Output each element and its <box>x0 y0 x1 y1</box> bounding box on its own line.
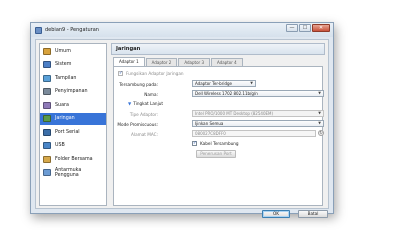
tab-adaptor-2[interactable]: Adaptor 2 <box>145 58 178 66</box>
title-bar[interactable]: debian9 - Pengaturan — ☐ ✕ <box>31 23 333 37</box>
window-title: debian9 - Pengaturan <box>45 27 99 33</box>
refresh-mac-icon[interactable]: ↻ <box>318 130 324 136</box>
sidebar-item-label: Tampilan <box>55 75 77 81</box>
sidebar-item-label: Suara <box>55 102 69 108</box>
minimize-button[interactable]: — <box>286 24 298 32</box>
system-icon <box>43 61 51 69</box>
sidebar-item-port-serial[interactable]: Port Serial <box>40 126 106 139</box>
name-select[interactable]: Dell Wireless 1702 802.11b/g/n ▼ <box>192 90 324 97</box>
sidebar-item-sistem[interactable]: Sistem <box>40 59 106 72</box>
window-controls: — ☐ ✕ <box>286 24 330 32</box>
sidebar-item-label: Jaringan <box>55 116 75 122</box>
advanced-label: Tingkat Lanjut <box>133 101 164 106</box>
shared-folder-icon <box>43 155 51 163</box>
sidebar-item-jaringan[interactable]: Jaringan <box>40 112 106 125</box>
cable-connected-checkbox[interactable]: ✓ <box>192 141 197 146</box>
sidebar-item-penyimpanan[interactable]: Penyimpanan <box>40 86 106 99</box>
sidebar-item-umum[interactable]: Umum <box>40 45 106 58</box>
mac-address-label: Alamat MAC: <box>131 132 158 137</box>
sidebar-item-antarmuka-pengguna[interactable]: Antarmuka Pengguna <box>40 167 106 180</box>
sidebar-item-label: Sistem <box>55 62 72 68</box>
settings-dialog: debian9 - Pengaturan — ☐ ✕ Umum Sistem T… <box>30 22 334 218</box>
adapter-1-panel: ✓ Fungsikan Adaptor Jaringan Tersambung … <box>113 66 324 206</box>
sidebar-item-folder-bersama[interactable]: Folder Bersama <box>40 153 106 166</box>
tab-adaptor-1[interactable]: Adaptor 1 <box>113 57 145 66</box>
chevron-down-icon: ▼ <box>318 111 321 115</box>
name-label: Nama: <box>144 92 158 97</box>
sidebar-item-label: Umum <box>55 48 71 54</box>
close-button[interactable]: ✕ <box>312 24 330 32</box>
sidebar-item-label: Folder Bersama <box>55 156 93 162</box>
chevron-down-icon: ▼ <box>318 91 321 95</box>
sidebar-item-label: USB <box>55 143 65 149</box>
promiscuous-mode-select[interactable]: Ijinkan Semua ▼ <box>192 120 324 127</box>
attached-to-value: Adaptor Ter-bridge <box>195 81 233 86</box>
adapter-type-select[interactable]: Intel PRO/1000 MT Desktop (82540EM) ▼ <box>192 110 324 117</box>
serial-port-icon <box>43 128 51 136</box>
sidebar-item-label: Port Serial <box>55 129 80 135</box>
chevron-down-icon: ▼ <box>318 121 321 125</box>
enable-adapter-checkbox[interactable]: ✓ <box>118 71 123 76</box>
settings-main-panel: Jaringan Adaptor 1 Adaptor 2 Adaptor 3 A… <box>111 43 325 206</box>
virtualbox-icon <box>35 26 42 34</box>
enable-adapter-label: Fungsikan Adaptor Jaringan <box>126 71 184 76</box>
user-interface-icon <box>43 169 51 177</box>
tab-adaptor-3[interactable]: Adaptor 3 <box>178 58 211 66</box>
adapter-type-value: Intel PRO/1000 MT Desktop (82540EM) <box>195 111 274 116</box>
dialog-body: Umum Sistem Tampilan Penyimpanan Suara J… <box>35 39 329 218</box>
general-icon <box>43 47 51 55</box>
sidebar-item-suara[interactable]: Suara <box>40 99 106 112</box>
tab-adaptor-4[interactable]: Adaptor 4 <box>211 58 243 66</box>
advanced-toggle[interactable]: ▼ Tingkat Lanjut <box>128 101 163 106</box>
audio-icon <box>43 101 51 109</box>
cable-connected-label: Kabel Tersambung <box>200 141 239 146</box>
attached-to-label: Tersambung pada: <box>119 82 158 87</box>
cable-connected-row[interactable]: ✓ Kabel Tersambung <box>192 141 239 146</box>
sidebar-item-tampilan[interactable]: Tampilan <box>40 72 106 85</box>
enable-adapter-row[interactable]: ✓ Fungsikan Adaptor Jaringan <box>118 71 184 76</box>
adapter-type-label: Tipe Adaptor: <box>129 112 158 117</box>
sidebar-item-label: Penyimpanan <box>55 89 88 95</box>
port-forwarding-button[interactable]: Penerusan Port <box>196 150 236 158</box>
network-icon <box>43 115 51 123</box>
storage-icon <box>43 88 51 96</box>
display-icon <box>43 74 51 82</box>
maximize-button[interactable]: ☐ <box>299 24 311 32</box>
expand-arrow-icon: ▼ <box>128 101 132 106</box>
cancel-button[interactable]: Batal <box>298 210 328 218</box>
attached-to-select[interactable]: Adaptor Ter-bridge ▼ <box>192 80 256 87</box>
sidebar-item-usb[interactable]: USB <box>40 140 106 153</box>
settings-sidebar: Umum Sistem Tampilan Penyimpanan Suara J… <box>39 43 107 206</box>
name-value: Dell Wireless 1702 802.11b/g/n <box>195 91 258 96</box>
usb-icon <box>43 142 51 150</box>
ok-button[interactable]: OK <box>262 210 290 218</box>
mac-address-field[interactable]: 080027C8DFF0 <box>192 130 316 137</box>
section-title: Jaringan <box>111 43 325 55</box>
adapter-tabs: Adaptor 1 Adaptor 2 Adaptor 3 Adaptor 4 <box>113 57 244 66</box>
promiscuous-mode-label: Mode Promiscuous: <box>117 122 158 127</box>
chevron-down-icon: ▼ <box>250 81 253 85</box>
promiscuous-mode-value: Ijinkan Semua <box>195 121 224 126</box>
sidebar-item-label: Antarmuka Pengguna <box>54 167 82 178</box>
